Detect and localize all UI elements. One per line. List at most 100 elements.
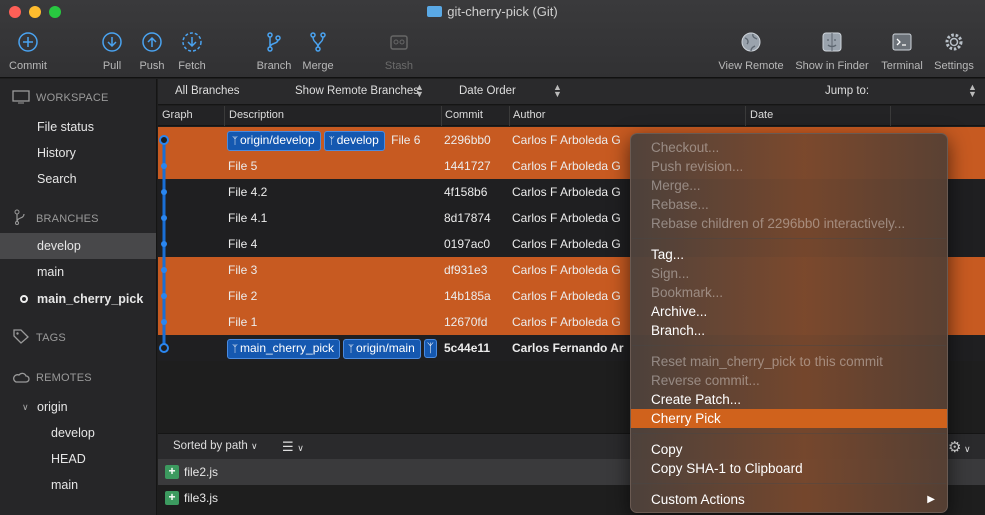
menu-item-sign[interactable]: Sign... (631, 264, 947, 283)
sort-select[interactable]: Sorted by path ∨ (173, 440, 258, 452)
sidebar-item-origin-develop[interactable]: develop (0, 420, 156, 446)
commit-description: File 1 (228, 315, 258, 329)
merge-button[interactable]: Merge (298, 30, 338, 72)
branches-filter-select[interactable]: All Branches (175, 85, 240, 97)
menu-item-rebase-children[interactable]: Rebase children of 2296bb0 interactively… (631, 214, 947, 233)
menu-item-rebase[interactable]: Rebase... (631, 195, 947, 214)
menu-item-checkout[interactable]: Checkout... (631, 138, 947, 157)
menu-separator (632, 345, 946, 346)
settings-label: Settings (934, 60, 974, 72)
sidebar-item-label: develop (37, 239, 81, 253)
gear-icon[interactable]: ⚙ ∨ (948, 438, 971, 456)
show-in-finder-button[interactable]: Show in Finder (792, 30, 872, 72)
date-column-header[interactable]: Date (750, 109, 773, 121)
view-remote-label: View Remote (718, 60, 784, 72)
pull-label: Pull (102, 60, 122, 72)
author-column-header[interactable]: Author (513, 109, 545, 121)
remote-branches-toggle[interactable]: Show Remote Branches (295, 85, 419, 97)
window-title: git-cherry-pick (Git) (0, 4, 985, 19)
push-button[interactable]: Push (136, 30, 168, 72)
view-remote-button[interactable]: View Remote (714, 30, 788, 72)
pull-button[interactable]: Pull (97, 30, 127, 72)
merge-label: Merge (302, 60, 334, 72)
jump-to-updown-icon[interactable]: ▲ ▼ (968, 83, 977, 99)
title-bar: git-cherry-pick (Git) Commit Pull Push F… (0, 0, 985, 78)
order-updown-icon[interactable]: ▲ ▼ (553, 83, 562, 99)
menu-item-bookmark[interactable]: Bookmark... (631, 283, 947, 302)
sidebar-item-develop[interactable]: develop (0, 233, 156, 259)
menu-separator (632, 433, 946, 434)
sidebar-item-label: origin (37, 400, 68, 414)
sidebar-item-label: Search (37, 172, 77, 186)
terminal-button[interactable]: Terminal (878, 30, 926, 72)
sidebar-item-label: File status (37, 120, 94, 134)
sidebar-item-main-cherry-pick[interactable]: main_cherry_pick (0, 286, 156, 312)
commit-author: Carlos F Arboleda G (512, 185, 621, 199)
list-view-icon[interactable]: ☰ ∨ (282, 439, 304, 455)
menu-item-copy-sha1[interactable]: Copy SHA-1 to Clipboard (631, 459, 947, 478)
finder-icon (822, 32, 842, 52)
sidebar-item-main[interactable]: main (0, 259, 156, 285)
commit-description: File 4.2 (228, 185, 268, 199)
monitor-icon (12, 90, 30, 104)
menu-item-push-revision[interactable]: Push revision... (631, 157, 947, 176)
tags-section[interactable]: TAGS (12, 328, 66, 344)
sidebar-item-origin-head[interactable]: HEAD (0, 446, 156, 472)
file-name: file3.js (184, 491, 219, 505)
order-select[interactable]: Date Order (459, 85, 516, 97)
menu-item-custom-actions[interactable]: Custom Actions ▶ (631, 490, 947, 509)
sidebar-item-origin-main[interactable]: main (0, 472, 156, 498)
merge-icon (310, 32, 326, 52)
remotes-heading: REMOTES (36, 372, 92, 384)
current-branch-icon (20, 295, 28, 303)
menu-separator (632, 238, 946, 239)
sidebar-item-search[interactable]: Search (0, 166, 156, 192)
stash-label: Stash (384, 60, 414, 72)
commit-hash: 8d17874 (444, 211, 491, 225)
branch-icon: ᛉ (232, 344, 238, 355)
chevron-down-icon: ∨ (251, 441, 258, 451)
menu-item-copy[interactable]: Copy (631, 440, 947, 459)
commit-button[interactable]: Commit (6, 30, 50, 72)
gear-icon (945, 33, 963, 51)
menu-item-branch[interactable]: Branch... (631, 321, 947, 340)
description-column-header[interactable]: Description (229, 109, 284, 121)
fetch-button[interactable]: Fetch (174, 30, 210, 72)
commit-author: Carlos F Arboleda G (512, 315, 621, 329)
menu-item-merge[interactable]: Merge... (631, 176, 947, 195)
menu-separator (632, 483, 946, 484)
branch-tag: ᛉ develop (323, 131, 385, 151)
chevron-down-icon[interactable]: ∨ (22, 394, 29, 420)
branch-tag-label: main_cherry_pick (240, 341, 335, 355)
push-label: Push (139, 60, 165, 72)
sidebar-item-history[interactable]: History (0, 140, 156, 166)
sidebar-item-file-status[interactable]: File status (0, 114, 156, 140)
menu-item-archive[interactable]: Archive... (631, 302, 947, 321)
menu-item-tag[interactable]: Tag... (631, 245, 947, 264)
menu-item-create-patch[interactable]: Create Patch... (631, 390, 947, 409)
commit-hash: 0197ac0 (444, 237, 491, 251)
window-title-text: git-cherry-pick (Git) (447, 4, 558, 19)
commit-author: Carlos F Arboleda G (512, 237, 621, 251)
context-menu: Checkout... Push revision... Merge... Re… (630, 133, 948, 513)
workspace-section[interactable]: WORKSPACE (12, 90, 109, 104)
branch-label: Branch (256, 60, 292, 72)
branch-tag: ᛉ origin/main (343, 339, 421, 359)
settings-button[interactable]: Settings (930, 30, 978, 72)
menu-item-reset[interactable]: Reset main_cherry_pick to this commit (631, 352, 947, 371)
graph-column-header[interactable]: Graph (162, 109, 193, 121)
sidebar-item-origin[interactable]: ∨ origin (0, 394, 156, 420)
branch-button[interactable]: Branch (254, 30, 294, 72)
commit-graph (159, 135, 169, 353)
jump-to-select[interactable]: Jump to: (825, 85, 869, 97)
branches-section[interactable]: BRANCHES (12, 209, 99, 225)
menu-item-reverse-commit[interactable]: Reverse commit... (631, 371, 947, 390)
commit-author: Carlos F Arboleda G (512, 211, 621, 225)
stash-button[interactable]: Stash (380, 30, 418, 72)
cloud-icon (13, 372, 30, 383)
commit-hash: 4f158b6 (444, 185, 488, 199)
branch-icon (14, 209, 25, 225)
remotes-section[interactable]: REMOTES (12, 370, 92, 384)
commit-column-header[interactable]: Commit (445, 109, 483, 121)
menu-item-cherry-pick[interactable]: Cherry Pick (631, 409, 947, 428)
